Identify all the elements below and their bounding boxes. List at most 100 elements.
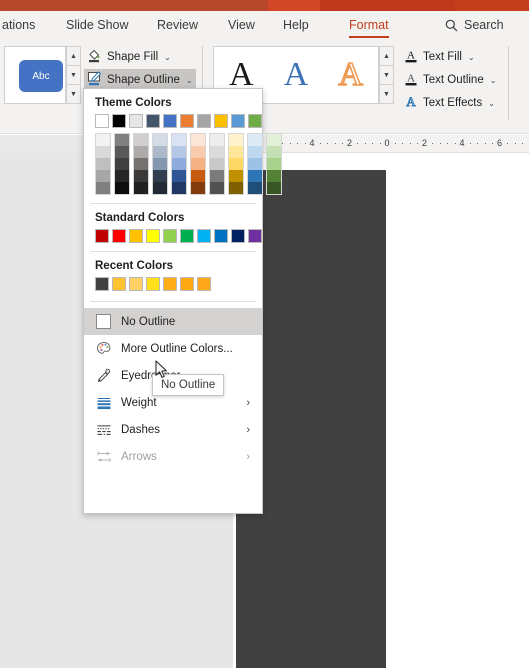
shape-styles-scroll-up[interactable]: ▲ bbox=[67, 47, 80, 66]
theme-tint-column-3[interactable] bbox=[152, 133, 168, 195]
wordart-sample-1[interactable]: A bbox=[229, 58, 254, 92]
theme-tint-swatch-1-1[interactable] bbox=[115, 146, 129, 158]
theme-tint-column-9[interactable] bbox=[266, 133, 282, 195]
menu-item-no-outline[interactable]: No Outline bbox=[84, 308, 262, 335]
slide-canvas[interactable] bbox=[233, 153, 529, 668]
theme-tint-swatch-0-0[interactable] bbox=[96, 134, 110, 146]
theme-tint-swatch-8-3[interactable] bbox=[248, 170, 262, 182]
theme-tint-swatch-2-3[interactable] bbox=[134, 170, 148, 182]
wordart-sample-2[interactable]: A bbox=[284, 58, 309, 92]
standard-color-swatch-2[interactable] bbox=[129, 229, 143, 243]
theme-tint-swatch-4-2[interactable] bbox=[172, 158, 186, 170]
recent-color-swatch-3[interactable] bbox=[146, 277, 160, 291]
theme-tint-swatch-7-3[interactable] bbox=[229, 170, 243, 182]
theme-tint-swatch-7-2[interactable] bbox=[229, 158, 243, 170]
theme-tint-swatch-6-2[interactable] bbox=[210, 158, 224, 170]
theme-tint-swatch-4-3[interactable] bbox=[172, 170, 186, 182]
wordart-scroll-up[interactable]: ▲ bbox=[380, 47, 393, 66]
theme-tint-column-2[interactable] bbox=[133, 133, 149, 195]
standard-color-swatch-0[interactable] bbox=[95, 229, 109, 243]
shape-styles-scroll[interactable]: ▲ ▼ ▼ bbox=[66, 46, 81, 104]
theme-tint-column-4[interactable] bbox=[171, 133, 187, 195]
theme-tint-swatch-3-0[interactable] bbox=[153, 134, 167, 146]
theme-color-swatch-3[interactable] bbox=[146, 114, 160, 128]
theme-tint-swatch-5-4[interactable] bbox=[191, 182, 205, 194]
standard-colors-row[interactable] bbox=[84, 229, 262, 243]
theme-tint-swatch-2-1[interactable] bbox=[134, 146, 148, 158]
theme-tint-swatch-7-0[interactable] bbox=[229, 134, 243, 146]
theme-tint-swatch-0-2[interactable] bbox=[96, 158, 110, 170]
theme-tint-swatch-2-2[interactable] bbox=[134, 158, 148, 170]
tab-view[interactable]: View bbox=[226, 11, 257, 40]
chevron-down-icon[interactable]: ⌄ bbox=[490, 76, 497, 85]
theme-color-swatch-1[interactable] bbox=[112, 114, 126, 128]
theme-tint-swatch-5-3[interactable] bbox=[191, 170, 205, 182]
theme-tint-swatch-6-3[interactable] bbox=[210, 170, 224, 182]
theme-tint-swatch-0-1[interactable] bbox=[96, 146, 110, 158]
theme-tint-swatch-7-1[interactable] bbox=[229, 146, 243, 158]
menu-item-dashes[interactable]: Dashes › bbox=[84, 416, 262, 443]
theme-color-swatch-2[interactable] bbox=[129, 114, 143, 128]
chevron-down-icon[interactable]: ⌄ bbox=[186, 76, 193, 85]
theme-tint-swatch-8-4[interactable] bbox=[248, 182, 262, 194]
theme-tint-swatch-5-1[interactable] bbox=[191, 146, 205, 158]
theme-tint-column-8[interactable] bbox=[247, 133, 263, 195]
shape-styles-gallery[interactable]: Abc bbox=[4, 46, 66, 104]
wordart-scroll-down[interactable]: ▼ bbox=[380, 66, 393, 85]
standard-color-swatch-1[interactable] bbox=[112, 229, 126, 243]
theme-tint-swatch-5-0[interactable] bbox=[191, 134, 205, 146]
search-box[interactable]: Search bbox=[445, 11, 504, 40]
theme-tint-swatch-9-2[interactable] bbox=[267, 158, 281, 170]
theme-tint-column-6[interactable] bbox=[209, 133, 225, 195]
theme-tint-swatch-1-3[interactable] bbox=[115, 170, 129, 182]
theme-tint-swatch-0-4[interactable] bbox=[96, 182, 110, 194]
theme-color-swatch-6[interactable] bbox=[197, 114, 211, 128]
theme-tint-swatch-8-1[interactable] bbox=[248, 146, 262, 158]
theme-tint-swatch-9-4[interactable] bbox=[267, 182, 281, 194]
theme-tint-swatch-3-3[interactable] bbox=[153, 170, 167, 182]
tab-review[interactable]: Review bbox=[155, 11, 200, 40]
text-outline-button[interactable]: A Text Outline ⌄ bbox=[401, 69, 499, 91]
theme-tint-swatch-4-1[interactable] bbox=[172, 146, 186, 158]
standard-color-swatch-3[interactable] bbox=[146, 229, 160, 243]
theme-tint-swatch-9-1[interactable] bbox=[267, 146, 281, 158]
standard-color-swatch-5[interactable] bbox=[180, 229, 194, 243]
shape-style-thumb[interactable]: Abc bbox=[19, 60, 63, 92]
theme-tint-swatch-7-4[interactable] bbox=[229, 182, 243, 194]
standard-color-swatch-7[interactable] bbox=[214, 229, 228, 243]
theme-tint-swatch-1-4[interactable] bbox=[115, 182, 129, 194]
recent-colors-row[interactable] bbox=[84, 277, 262, 291]
theme-tint-swatch-3-1[interactable] bbox=[153, 146, 167, 158]
shape-styles-scroll-more[interactable]: ▼ bbox=[67, 85, 80, 103]
recent-color-swatch-4[interactable] bbox=[163, 277, 177, 291]
theme-color-swatch-7[interactable] bbox=[214, 114, 228, 128]
tab-format[interactable]: Format bbox=[347, 11, 391, 40]
recent-color-swatch-2[interactable] bbox=[129, 277, 143, 291]
chevron-right-icon[interactable]: › bbox=[246, 397, 250, 409]
text-fill-button[interactable]: A Text Fill ⌄ bbox=[401, 46, 478, 68]
theme-tint-swatch-6-1[interactable] bbox=[210, 146, 224, 158]
theme-tint-swatch-0-3[interactable] bbox=[96, 170, 110, 182]
wordart-scroll[interactable]: ▲ ▼ ▼ bbox=[379, 46, 394, 104]
recent-color-swatch-5[interactable] bbox=[180, 277, 194, 291]
theme-tint-swatch-2-4[interactable] bbox=[134, 182, 148, 194]
theme-tint-swatch-4-0[interactable] bbox=[172, 134, 186, 146]
theme-tint-swatch-1-2[interactable] bbox=[115, 158, 129, 170]
standard-color-swatch-9[interactable] bbox=[248, 229, 262, 243]
theme-color-swatch-9[interactable] bbox=[248, 114, 262, 128]
recent-color-swatch-6[interactable] bbox=[197, 277, 211, 291]
theme-tint-swatch-3-4[interactable] bbox=[153, 182, 167, 194]
chevron-down-icon[interactable]: ⌄ bbox=[468, 53, 475, 62]
theme-tint-swatch-6-4[interactable] bbox=[210, 182, 224, 194]
theme-tint-swatch-4-4[interactable] bbox=[172, 182, 186, 194]
standard-color-swatch-8[interactable] bbox=[231, 229, 245, 243]
theme-tint-swatch-5-2[interactable] bbox=[191, 158, 205, 170]
chevron-down-icon[interactable]: ⌄ bbox=[164, 53, 171, 62]
standard-color-swatch-4[interactable] bbox=[163, 229, 177, 243]
theme-tint-swatch-3-2[interactable] bbox=[153, 158, 167, 170]
tab-animations[interactable]: ations bbox=[0, 11, 37, 40]
recent-color-swatch-0[interactable] bbox=[95, 277, 109, 291]
text-effects-button[interactable]: A Text Effects ⌄ bbox=[401, 92, 498, 114]
wordart-scroll-more[interactable]: ▼ bbox=[380, 85, 393, 103]
shape-fill-button[interactable]: Shape Fill ⌄ bbox=[84, 46, 174, 68]
